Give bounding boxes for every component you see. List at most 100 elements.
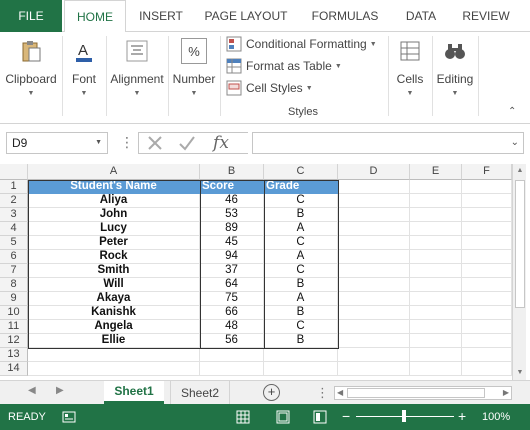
score-cell[interactable]: 45: [200, 236, 264, 250]
cell[interactable]: [264, 362, 338, 376]
row-header-6[interactable]: 6: [0, 250, 28, 264]
cell[interactable]: [462, 180, 512, 194]
cell[interactable]: [28, 362, 200, 376]
cell[interactable]: [338, 320, 410, 334]
score-cell[interactable]: 37: [200, 264, 264, 278]
tab-file[interactable]: FILE: [0, 0, 62, 32]
more-options-icon[interactable]: ⋮: [316, 385, 329, 401]
scroll-left-icon[interactable]: ◀: [337, 387, 343, 399]
row-header-9[interactable]: 9: [0, 292, 28, 306]
enter-check-icon[interactable]: [171, 133, 203, 153]
score-cell[interactable]: 46: [200, 194, 264, 208]
cell[interactable]: [28, 348, 200, 362]
column-header-a[interactable]: A: [28, 164, 200, 180]
grade-cell[interactable]: C: [264, 194, 338, 208]
number-group[interactable]: % Number ▼: [170, 32, 218, 124]
row-header-7[interactable]: 7: [0, 264, 28, 278]
format-as-table-button[interactable]: Format as Table ▼: [226, 56, 342, 76]
cell[interactable]: [462, 292, 512, 306]
formula-input[interactable]: ⌄: [252, 132, 524, 154]
student-name-cell[interactable]: Kanishk: [28, 306, 200, 320]
cell[interactable]: [410, 292, 462, 306]
row-header-2[interactable]: 2: [0, 194, 28, 208]
student-name-cell[interactable]: Will: [28, 278, 200, 292]
column-header-c[interactable]: C: [264, 164, 338, 180]
page-break-preview-icon[interactable]: [313, 410, 327, 427]
grade-cell[interactable]: B: [264, 334, 338, 348]
zoom-in-button[interactable]: +: [458, 408, 466, 424]
cell[interactable]: [338, 348, 410, 362]
cell[interactable]: [462, 278, 512, 292]
cell[interactable]: [338, 362, 410, 376]
cell[interactable]: [410, 362, 462, 376]
table-header-cell[interactable]: Student's Name: [28, 180, 200, 194]
score-cell[interactable]: 64: [200, 278, 264, 292]
cell[interactable]: [462, 362, 512, 376]
score-cell[interactable]: 56: [200, 334, 264, 348]
student-name-cell[interactable]: Ellie: [28, 334, 200, 348]
student-name-cell[interactable]: Angela: [28, 320, 200, 334]
conditional-formatting-button[interactable]: Conditional Formatting ▼: [226, 34, 377, 54]
grade-cell[interactable]: A: [264, 292, 338, 306]
row-header-4[interactable]: 4: [0, 222, 28, 236]
tab-page-layout[interactable]: PAGE LAYOUT: [198, 0, 294, 32]
row-header-12[interactable]: 12: [0, 334, 28, 348]
cell[interactable]: [410, 306, 462, 320]
grade-cell[interactable]: B: [264, 208, 338, 222]
grade-cell[interactable]: A: [264, 250, 338, 264]
macro-record-icon[interactable]: [62, 410, 76, 427]
tab-home[interactable]: HOME: [64, 0, 126, 33]
cell[interactable]: [338, 222, 410, 236]
cell[interactable]: [338, 180, 410, 194]
cell[interactable]: [462, 264, 512, 278]
page-layout-view-icon[interactable]: [276, 410, 290, 427]
column-header-b[interactable]: B: [200, 164, 264, 180]
expand-formula-bar-icon[interactable]: ⌄: [511, 137, 519, 148]
grade-cell[interactable]: C: [264, 320, 338, 334]
row-header-13[interactable]: 13: [0, 348, 28, 362]
cell[interactable]: [410, 194, 462, 208]
score-cell[interactable]: 66: [200, 306, 264, 320]
clipboard-group[interactable]: Clipboard ▼: [0, 32, 62, 124]
column-header-e[interactable]: E: [410, 164, 462, 180]
grade-cell[interactable]: C: [264, 236, 338, 250]
font-group[interactable]: A Font ▼: [64, 32, 104, 124]
cell[interactable]: [410, 222, 462, 236]
cell[interactable]: [462, 348, 512, 362]
scroll-up-icon[interactable]: ▲: [513, 164, 527, 178]
cell[interactable]: [200, 348, 264, 362]
student-name-cell[interactable]: Aliya: [28, 194, 200, 208]
cell[interactable]: [462, 194, 512, 208]
cell[interactable]: [338, 264, 410, 278]
score-cell[interactable]: 89: [200, 222, 264, 236]
row-header-5[interactable]: 5: [0, 236, 28, 250]
cells-group[interactable]: Cells ▼: [390, 32, 430, 124]
cell[interactable]: [264, 348, 338, 362]
vertical-scroll-thumb[interactable]: [515, 180, 525, 308]
chevron-down-icon[interactable]: ▼: [95, 139, 102, 146]
cell[interactable]: [410, 250, 462, 264]
row-header-10[interactable]: 10: [0, 306, 28, 320]
sheet-tab-sheet1[interactable]: Sheet1: [104, 381, 164, 404]
cell[interactable]: [462, 222, 512, 236]
table-header-cell[interactable]: Grade: [264, 180, 338, 194]
zoom-slider-thumb[interactable]: [402, 410, 406, 422]
tab-formulas[interactable]: FORMULAS: [302, 0, 388, 32]
cell[interactable]: [410, 264, 462, 278]
student-name-cell[interactable]: John: [28, 208, 200, 222]
cell[interactable]: [200, 362, 264, 376]
scroll-sheets-right-icon[interactable]: ▶: [56, 385, 64, 396]
cell[interactable]: [410, 180, 462, 194]
cell[interactable]: [462, 250, 512, 264]
column-header-f[interactable]: F: [462, 164, 512, 180]
more-options-icon[interactable]: ⋮: [120, 135, 134, 149]
cell[interactable]: [462, 236, 512, 250]
cell[interactable]: [410, 208, 462, 222]
cancel-icon[interactable]: [139, 133, 171, 153]
cell[interactable]: [338, 306, 410, 320]
insert-function-icon[interactable]: fx: [203, 133, 239, 153]
zoom-out-button[interactable]: −: [342, 408, 350, 424]
horizontal-scrollbar[interactable]: ◀ ▶: [334, 386, 512, 400]
cell[interactable]: [462, 334, 512, 348]
score-cell[interactable]: 75: [200, 292, 264, 306]
